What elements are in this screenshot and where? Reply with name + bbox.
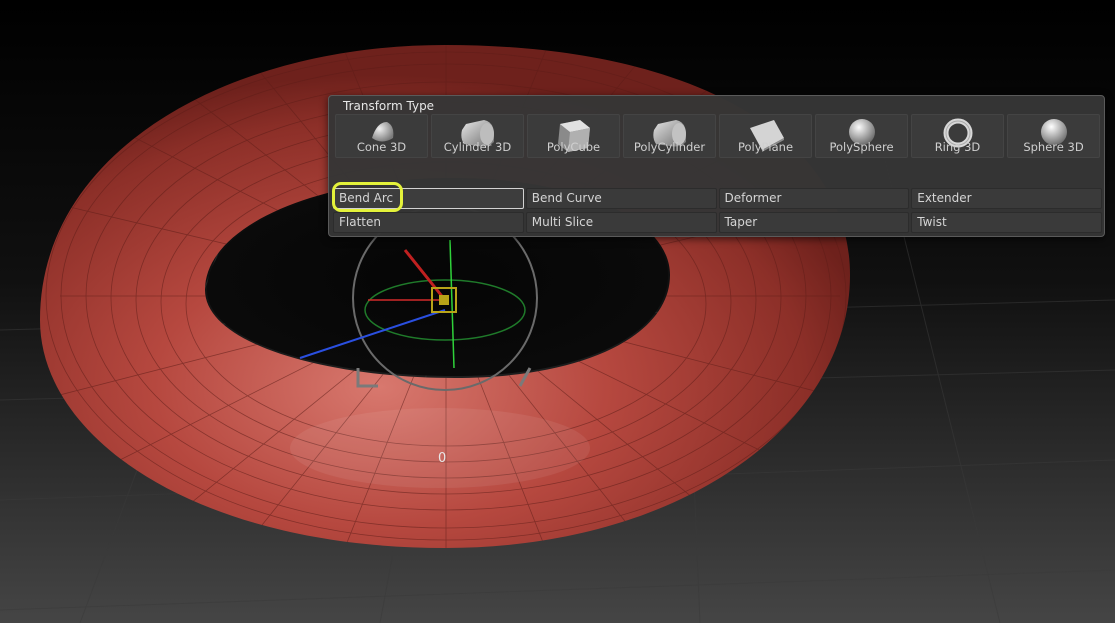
tool-polycylinder[interactable]: PolyCylinder (623, 114, 716, 158)
deformer-deformer[interactable]: Deformer (718, 188, 910, 209)
tool-sphere-3d[interactable]: Sphere 3D (1007, 114, 1100, 158)
deformer-twist[interactable]: Twist (911, 212, 1102, 233)
tool-ring-3d[interactable]: Ring 3D (911, 114, 1004, 158)
transform-type-panel: Transform Type Cone 3D Cylinder 3D PolyC… (328, 95, 1105, 237)
tool-strip: Cone 3D Cylinder 3D PolyCube PolyCylinde… (335, 114, 1100, 158)
panel-title: Transform Type (343, 99, 435, 113)
tool-polyplane[interactable]: PolyPlane (719, 114, 812, 158)
tool-cylinder-3d[interactable]: Cylinder 3D (431, 114, 524, 158)
depth-readout: 0 (438, 451, 447, 466)
tool-cone-3d[interactable]: Cone 3D (335, 114, 428, 158)
tool-polysphere[interactable]: PolySphere (815, 114, 908, 158)
deformer-bend-curve[interactable]: Bend Curve (525, 188, 717, 209)
deformer-grid: Bend Arc Bend Curve Deformer Extender Fl… (333, 188, 1102, 233)
deformer-taper[interactable]: Taper (718, 212, 910, 233)
3d-viewport[interactable]: 0 (0, 0, 1115, 623)
deformer-extender[interactable]: Extender (911, 188, 1102, 209)
tool-polycube[interactable]: PolyCube (527, 114, 620, 158)
deformer-multi-slice[interactable]: Multi Slice (525, 212, 717, 233)
deformer-bend-arc[interactable]: Bend Arc (333, 188, 524, 209)
scene-canvas (0, 0, 1115, 623)
deformer-flatten[interactable]: Flatten (333, 212, 524, 233)
